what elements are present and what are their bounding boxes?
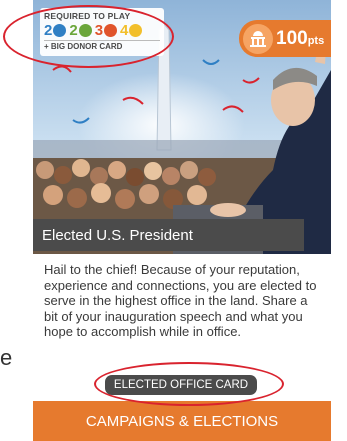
requirement-red: 3 [94, 22, 118, 39]
stray-letter: e [0, 345, 13, 370]
requirement-extra: + BIG DONOR CARD [44, 40, 160, 51]
points-value: 100pts [276, 27, 325, 49]
requirements-title: REQUIRED TO PLAY [44, 11, 131, 21]
card-type-label: ELECTED OFFICE CARD [105, 375, 257, 395]
card-description: Hail to the chief! Because of your reput… [44, 262, 317, 339]
requirement-count: 4 [120, 22, 129, 39]
requirements-panel: REQUIRED TO PLAY 2 2 3 4 + BIG DONOR CAR… [40, 8, 164, 56]
requirement-yellow: 4 [120, 22, 143, 39]
capitol-icon [243, 23, 273, 54]
requirement-count: 2 [44, 22, 53, 39]
points-badge: 100pts [239, 20, 331, 57]
game-card: REQUIRED TO PLAY 2 2 3 4 + BIG DONOR CAR… [33, 0, 331, 441]
card-category: CAMPAIGNS & ELECTIONS [33, 401, 331, 441]
yellow-token-icon [129, 24, 143, 37]
green-token-icon [78, 24, 92, 37]
requirement-count: 3 [94, 22, 104, 39]
requirement-green: 2 [69, 22, 92, 39]
requirement-blue: 2 [44, 22, 67, 39]
red-token-icon [104, 24, 118, 37]
blue-token-icon [53, 24, 67, 37]
card-title: Elected U.S. President [33, 219, 304, 251]
requirements-tokens: 2 2 3 4 [44, 22, 160, 39]
requirement-count: 2 [69, 22, 78, 39]
